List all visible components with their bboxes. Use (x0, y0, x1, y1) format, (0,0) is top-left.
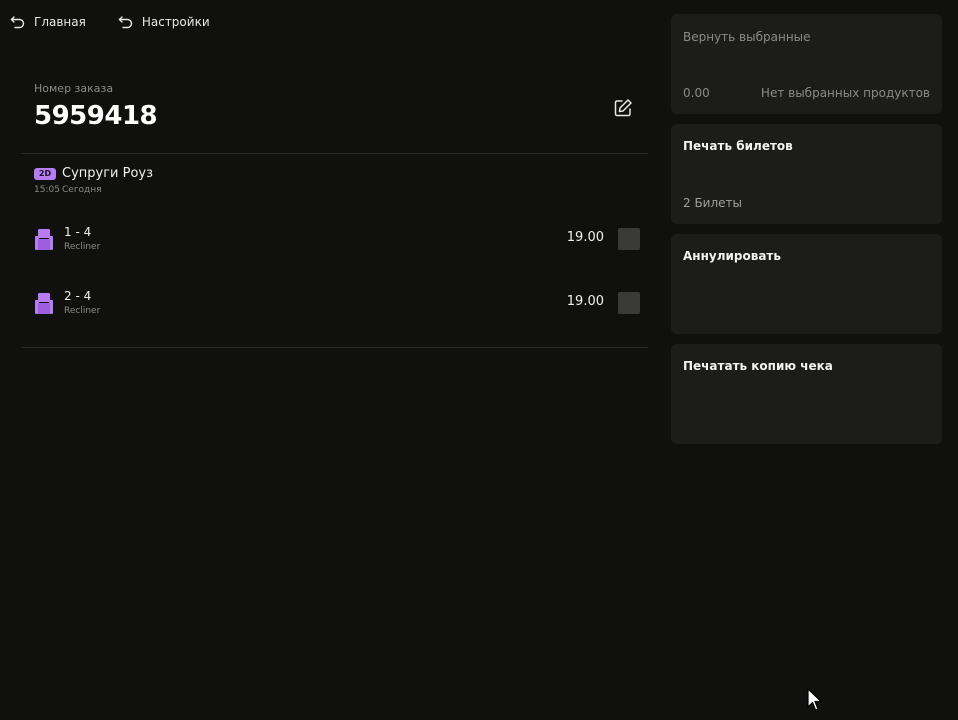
settings-nav-label: Настройки (141, 15, 210, 29)
divider (21, 153, 648, 154)
ticket-price: 19.00 (566, 294, 604, 309)
seat-type: Recliner (64, 242, 101, 252)
back-arrow-icon (118, 16, 133, 29)
order-number: 5959418 (34, 101, 158, 131)
order-number-label: Номер заказа (34, 82, 114, 95)
format-badge: 2D (34, 168, 56, 180)
cancel-order-card[interactable]: Аннулировать (671, 234, 942, 334)
settings-nav-button[interactable]: Настройки (118, 14, 210, 30)
mouse-cursor-icon (807, 688, 822, 711)
ticket-checkbox[interactable] (618, 292, 640, 314)
order-details-screen: Главная Настройки Номер заказа 5959418 2… (0, 0, 958, 720)
home-nav-label: Главная (34, 15, 86, 29)
ticket-price: 19.00 (566, 230, 604, 245)
showtime: 15:05 (34, 185, 60, 195)
return-status: Нет выбранных продуктов (760, 86, 930, 100)
home-nav-button[interactable]: Главная (10, 14, 86, 30)
return-amount: 0.00 (683, 86, 710, 100)
print-tickets-card[interactable]: Печать билетов 2 Билеты (671, 124, 942, 224)
show-day: Сегодня (62, 185, 102, 195)
top-nav: Главная Настройки (10, 14, 210, 30)
print-tickets-title: Печать билетов (683, 139, 793, 153)
cancel-order-title: Аннулировать (683, 249, 781, 263)
seat-type: Recliner (64, 306, 101, 316)
return-selected-title: Вернуть выбранные (683, 30, 811, 44)
seat-label: 1 - 4 (64, 225, 92, 239)
seat-label: 2 - 4 (64, 289, 92, 303)
return-selected-card[interactable]: Вернуть выбранные 0.00 Нет выбранных про… (671, 14, 942, 114)
movie-title: Супруги Роуз (62, 166, 154, 181)
print-receipt-copy-card[interactable]: Печатать копию чека (671, 344, 942, 444)
tickets-count: 2 Билеты (683, 196, 742, 210)
ticket-row: 2 - 4 Recliner 19.00 (34, 289, 640, 323)
seat-icon (35, 229, 53, 250)
back-arrow-icon (10, 16, 25, 29)
divider (21, 347, 648, 348)
ticket-checkbox[interactable] (618, 228, 640, 250)
edit-icon[interactable] (613, 98, 633, 118)
print-receipt-copy-title: Печатать копию чека (683, 359, 833, 373)
ticket-row: 1 - 4 Recliner 19.00 (34, 225, 640, 259)
seat-icon (35, 293, 53, 314)
